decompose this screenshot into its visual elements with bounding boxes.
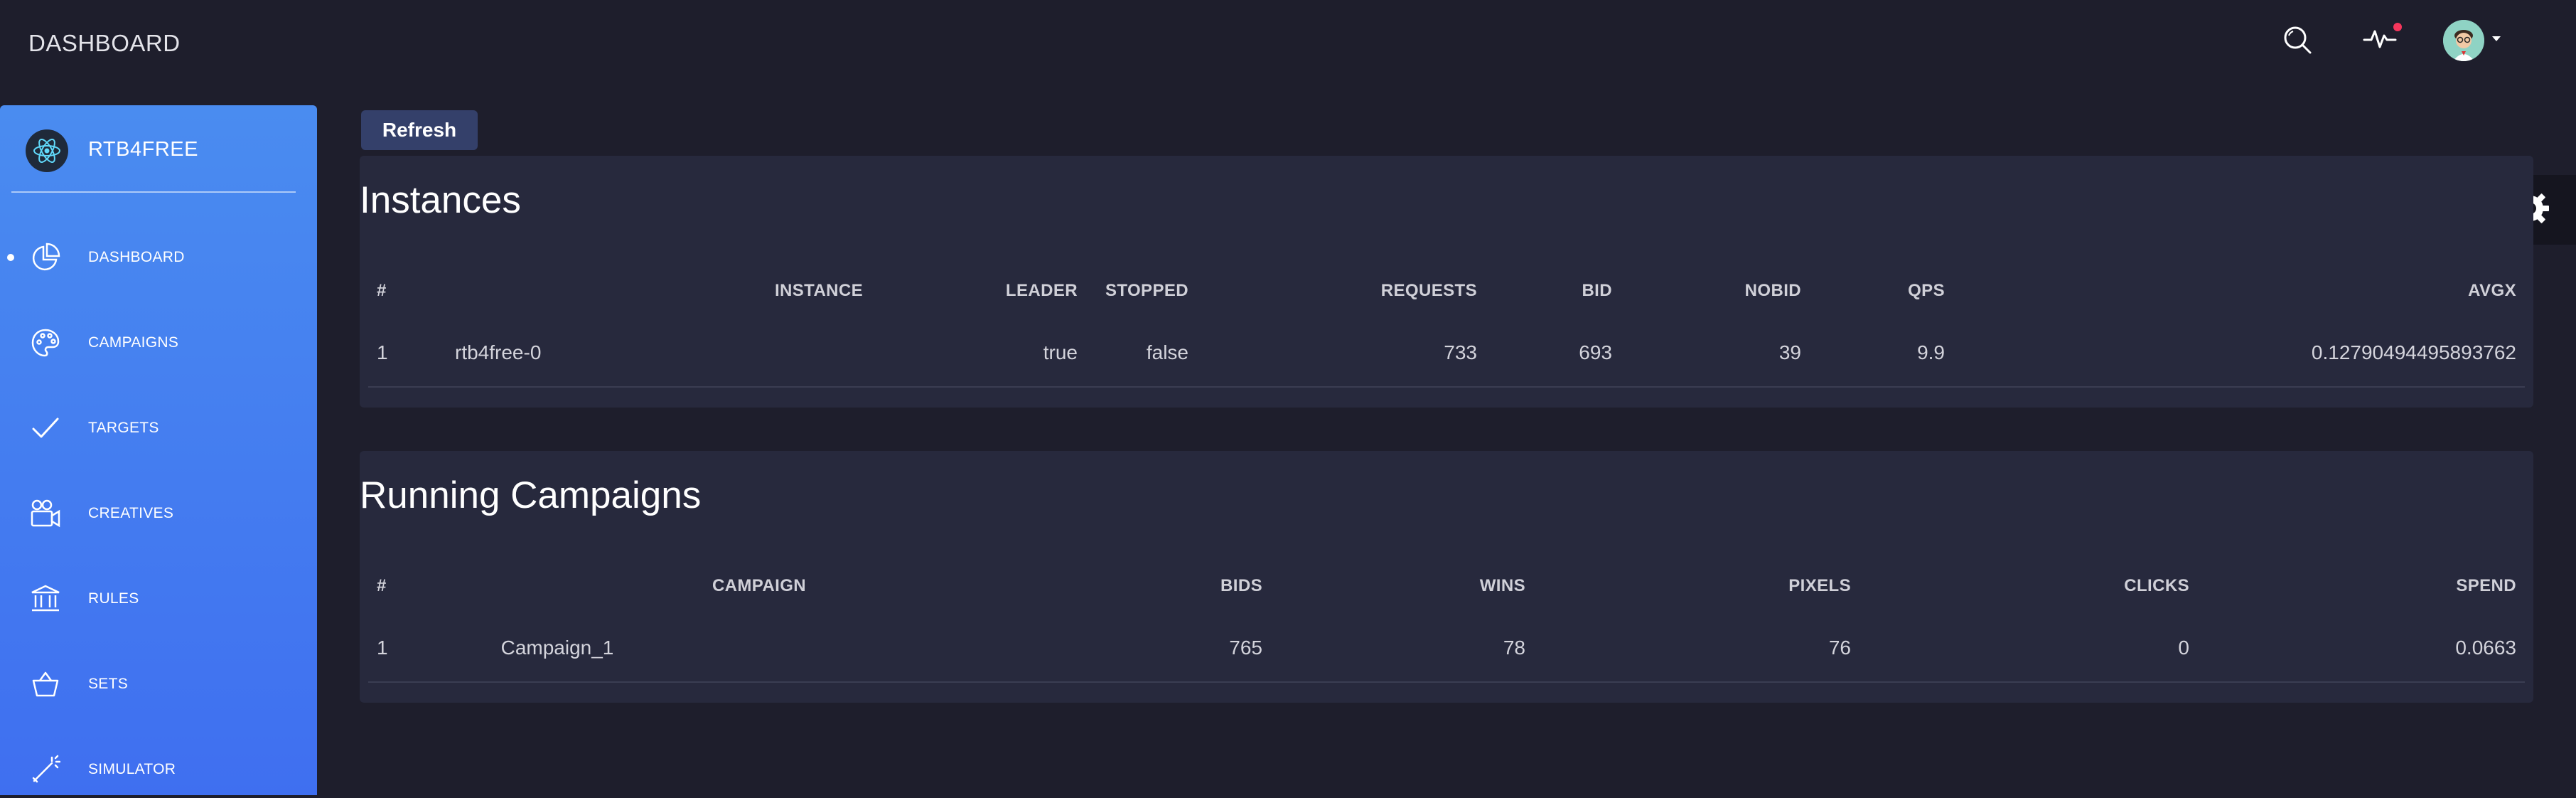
sidebar-item-label: CAMPAIGNS	[88, 334, 179, 351]
instances-title: Instances	[360, 179, 521, 221]
search-icon[interactable]	[2279, 21, 2316, 58]
table-cell: 1	[377, 341, 388, 363]
table-cell: 76	[1828, 637, 1851, 659]
basket-icon	[28, 667, 63, 701]
column-header: NOBID	[1744, 281, 1801, 300]
top-navbar: DASHBOARD	[0, 0, 2576, 89]
sidebar-item-label: DASHBOARD	[88, 249, 185, 265]
table-cell: 693	[1579, 341, 1612, 363]
sidebar-item-label: CREATIVES	[88, 505, 174, 521]
column-header: #	[377, 576, 387, 595]
table-cell: 9.9	[1917, 341, 1945, 363]
table-cell: false	[1146, 341, 1188, 363]
sidebar-item-targets[interactable]: TARGETS	[0, 400, 317, 457]
table-cell: 765	[1229, 637, 1262, 659]
table-cell: 0.0663	[2455, 637, 2516, 659]
sidebar-item-dashboard[interactable]: DASHBOARD	[0, 229, 317, 286]
column-header: PIXELS	[1788, 576, 1851, 595]
column-header: BIDS	[1220, 576, 1262, 595]
sidebar-item-label: SETS	[88, 676, 129, 692]
column-header: WINS	[1479, 576, 1525, 595]
active-indicator	[7, 254, 14, 261]
column-header: QPS	[1908, 281, 1945, 300]
table-cell: 78	[1503, 637, 1525, 659]
caret-down-icon[interactable]	[2491, 33, 2502, 44]
table-cell: 39	[1778, 341, 1801, 363]
bank-icon	[28, 582, 63, 616]
column-header: CLICKS	[2124, 576, 2189, 595]
avatar[interactable]	[2443, 20, 2484, 61]
video-camera-icon	[28, 496, 63, 531]
check-icon	[28, 411, 63, 445]
column-header: AVGX	[2468, 281, 2516, 300]
sidebar-divider	[11, 191, 296, 193]
refresh-button[interactable]: Refresh	[361, 110, 478, 150]
table-cell: 0.12790494495893762	[2311, 341, 2516, 363]
column-header: STOPPED	[1105, 281, 1188, 300]
sidebar-item-label: TARGETS	[88, 420, 159, 436]
brand-name[interactable]: RTB4FREE	[88, 138, 198, 161]
instances-card: Instances # INSTANCE LEADER STOPPED REQU…	[360, 156, 2533, 408]
sidebar-item-sets[interactable]: SETS	[0, 656, 317, 713]
table-cell: 733	[1444, 341, 1477, 363]
column-header: #	[377, 281, 387, 300]
page-title[interactable]: DASHBOARD	[28, 30, 181, 57]
palette-icon	[28, 326, 63, 360]
table-cell: 0	[2178, 637, 2189, 659]
campaigns-title: Running Campaigns	[360, 474, 702, 516]
column-header: REQUESTS	[1380, 281, 1477, 300]
table-cell: Campaign_1	[500, 637, 614, 659]
react-logo-icon[interactable]	[26, 129, 68, 172]
column-header: SPEND	[2456, 576, 2516, 595]
notification-dot	[2393, 23, 2402, 31]
row-divider	[368, 386, 2525, 388]
sidebar-item-label: SIMULATOR	[88, 761, 176, 777]
column-header: CAMPAIGN	[712, 576, 807, 595]
sidebar-item-creatives[interactable]: CREATIVES	[0, 485, 317, 542]
sidebar-item-label: RULES	[88, 590, 139, 607]
campaigns-card: Running Campaigns # CAMPAIGN BIDS WINS P…	[360, 451, 2533, 703]
sidebar-item-simulator[interactable]: SIMULATOR	[0, 741, 317, 798]
sidebar: RTB4FREE DASHBOARD CAMPAIGNS TARGETS CRE…	[0, 105, 317, 795]
column-header: BID	[1582, 281, 1612, 300]
table-cell: rtb4free-0	[455, 341, 542, 363]
pie-chart-icon	[28, 240, 63, 275]
sidebar-item-rules[interactable]: RULES	[0, 570, 317, 627]
sidebar-item-campaigns[interactable]: CAMPAIGNS	[0, 314, 317, 371]
row-divider	[368, 681, 2525, 683]
table-cell: 1	[377, 637, 388, 659]
wand-icon	[28, 752, 63, 787]
